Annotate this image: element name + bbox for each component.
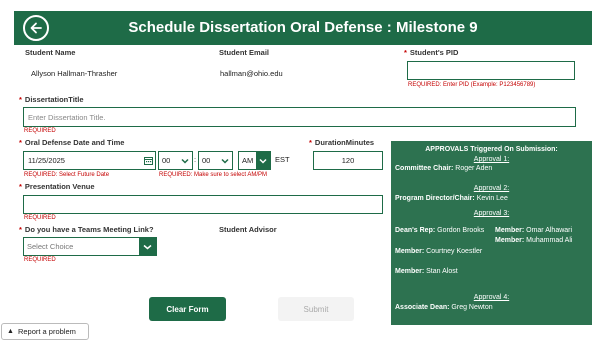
defense-date-value: 11/25/2025	[28, 156, 65, 165]
page-title: Schedule Dissertation Oral Defense : Mil…	[128, 19, 478, 36]
teams-link-error: REQUIRED	[24, 257, 56, 263]
approval-3-member-2: Member: Stan Alost	[395, 268, 458, 275]
submit-button[interactable]: Submit	[278, 297, 354, 321]
approval-1-line: Committee Chair: Roger Aden	[395, 165, 493, 172]
defense-minute-value: 00	[202, 156, 211, 165]
dissertation-title-input[interactable]: Enter Dissertation Title.	[23, 107, 576, 127]
report-problem-button[interactable]: ▲ Report a problem	[1, 323, 89, 340]
warning-icon: ▲	[7, 328, 14, 335]
defense-hour-dropdown[interactable]: 00	[158, 151, 193, 170]
student-advisor-label: Student Advisor	[219, 225, 277, 234]
calendar-icon	[143, 157, 153, 165]
dissertation-title-label: * DissertationTitle	[19, 95, 84, 104]
defense-ampm-dropdown[interactable]: AM	[238, 151, 271, 170]
approvals-title: APPROVALS Triggered On Submission:	[425, 146, 558, 153]
duration-label: * DurationMinutes	[309, 138, 375, 147]
approval-3-member-3: Member: Omar Alhawari	[495, 227, 573, 234]
approval-2-line: Program Director/Chair: Kevin Lee	[395, 195, 508, 202]
dissertation-title-error: REQUIRED	[24, 128, 56, 134]
approval-3-member-4: Member: Muhammad Ali	[495, 237, 573, 244]
duration-input[interactable]: 120	[313, 151, 383, 170]
chevron-down-icon	[218, 152, 232, 169]
teams-link-dropdown[interactable]: Select Choice	[23, 237, 157, 256]
chevron-down-icon	[256, 152, 270, 169]
approvals-panel: APPROVALS Triggered On Submission: Appro…	[391, 141, 592, 325]
student-pid-input[interactable]	[407, 61, 575, 80]
defense-timezone: EST	[275, 155, 290, 164]
calendar-button[interactable]	[141, 152, 155, 169]
teams-link-label: * Do you have a Teams Meeting Link?	[19, 225, 154, 234]
teams-link-placeholder: Select Choice	[27, 242, 74, 251]
defense-hour-value: 00	[162, 156, 171, 165]
approval-2-heading: Approval 2:	[473, 185, 510, 192]
defense-minute-dropdown[interactable]: 00	[198, 151, 233, 170]
report-problem-label: Report a problem	[17, 327, 76, 336]
approval-3-deans-rep: Dean's Rep: Gordon Brooks	[395, 227, 485, 234]
student-pid-label: * Student's PID	[404, 48, 459, 57]
venue-error: REQUIRED	[24, 215, 56, 221]
defense-time-error: REQUIRED: Make sure to select AM/PM	[159, 172, 268, 178]
defense-date-picker[interactable]: 11/25/2025	[23, 151, 156, 170]
student-email-value: hallman@ohio.edu	[220, 69, 283, 78]
approval-4-line: Associate Dean: Greg Newton	[395, 304, 493, 311]
clear-form-button[interactable]: Clear Form	[149, 297, 226, 321]
venue-label: * Presentation Venue	[19, 182, 95, 191]
student-email-label: Student Email	[219, 48, 270, 57]
approval-3-heading: Approval 3:	[473, 210, 510, 217]
defense-date-error: REQUIRED: Select Future Date	[24, 172, 110, 178]
chevron-down-icon	[178, 152, 192, 169]
approval-4-heading: Approval 4:	[473, 294, 510, 301]
header-bar: Schedule Dissertation Oral Defense : Mil…	[14, 11, 592, 45]
student-pid-error: REQUIRED: Enter PID (Example: P123456789…	[408, 82, 536, 88]
student-name-value: Allyson Hallman-Thrasher	[31, 69, 118, 78]
approval-1-heading: Approval 1:	[473, 156, 510, 163]
chevron-down-icon	[139, 238, 156, 255]
student-name-label: Student Name	[25, 48, 76, 57]
time-separator: :	[194, 155, 197, 164]
approval-3-member-1: Member: Courtney Koestler	[395, 248, 483, 255]
defense-datetime-label: * Oral Defense Date and Time	[19, 138, 125, 147]
defense-ampm-value: AM	[242, 156, 254, 165]
venue-input[interactable]	[23, 195, 383, 214]
